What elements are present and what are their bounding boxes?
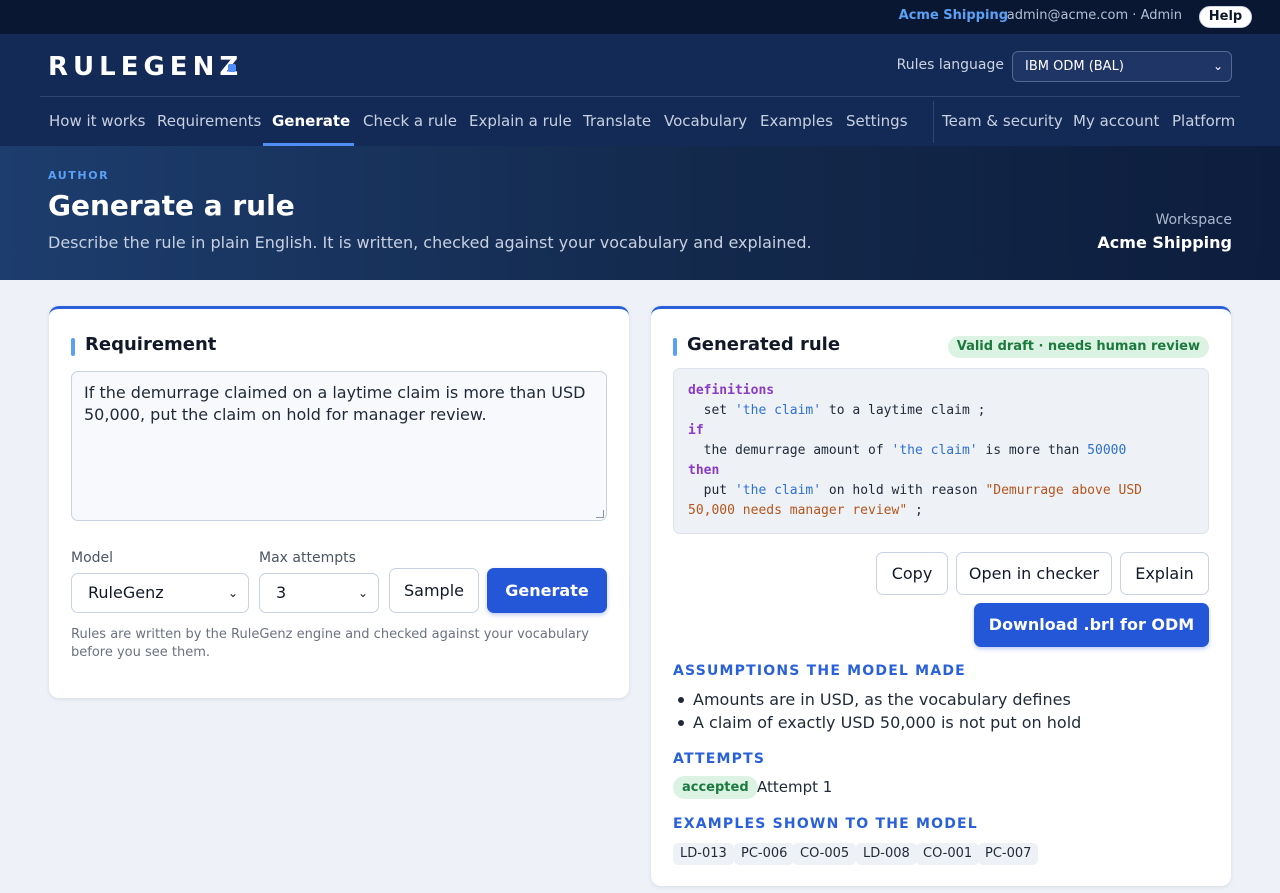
- max-attempts-value: 3: [276, 583, 287, 602]
- rules-language-value: IBM ODM (BAL): [1025, 59, 1124, 74]
- logo-dot: [228, 64, 236, 72]
- example-chip[interactable]: LD-013: [673, 843, 734, 865]
- chevron-down-icon: ⌄: [357, 586, 368, 600]
- code-literal: 50,000 needs manager review": [688, 503, 908, 518]
- code-number: 50000: [1087, 443, 1127, 458]
- example-chip[interactable]: LD-008: [856, 843, 917, 865]
- nav-my-account[interactable]: My account: [1073, 112, 1159, 130]
- nav-how-it-works[interactable]: How it works: [49, 112, 145, 130]
- chevron-down-icon: ⌄: [1212, 59, 1223, 73]
- nav-translate[interactable]: Translate: [583, 112, 651, 130]
- example-chip[interactable]: PC-007: [978, 843, 1039, 865]
- nav-settings[interactable]: Settings: [846, 112, 908, 130]
- user-info: admin@acme.com · Admin: [1006, 8, 1182, 23]
- app-header: RULEGENZ Rules language IBM ODM (BAL) ⌄ …: [0, 34, 1280, 146]
- generated-rule-card: Generated rule Valid draft · needs human…: [651, 306, 1231, 886]
- rule-code-block: definitions set 'the claim' to a laytime…: [673, 368, 1209, 534]
- logo[interactable]: RULEGENZ: [48, 52, 243, 82]
- code-string: 'the claim': [734, 403, 822, 418]
- code-literal: "Demurrage above USD: [985, 483, 1142, 498]
- code-text: put: [688, 483, 735, 498]
- code-text: is more than: [977, 443, 1088, 458]
- rules-language-label: Rules language: [896, 57, 1004, 73]
- top-strip: Acme Shipping admin@acme.com · Admin Hel…: [0, 0, 1280, 34]
- download-brl-button[interactable]: Download .brl for ODM: [974, 603, 1209, 647]
- examples-heading: EXAMPLES SHOWN TO THE MODEL: [673, 816, 978, 832]
- code-keyword: definitions: [688, 383, 775, 398]
- model-label: Model: [71, 550, 114, 566]
- header-divider: [40, 96, 1240, 97]
- model-value: RuleGenz: [88, 583, 164, 602]
- code-keyword: then: [688, 463, 720, 478]
- eyebrow-label: AUTHOR: [48, 169, 110, 182]
- nav-separator: [933, 101, 934, 143]
- status-badge: Valid draft · needs human review: [947, 336, 1209, 358]
- nav-check-a-rule[interactable]: Check a rule: [363, 112, 457, 130]
- page-subtitle: Describe the rule in plain English. It i…: [48, 233, 812, 252]
- rules-language-select[interactable]: IBM ODM (BAL) ⌄: [1012, 51, 1232, 82]
- example-chip[interactable]: CO-005: [793, 843, 857, 865]
- attempt-status-badge: accepted: [673, 776, 758, 799]
- nav-generate[interactable]: Generate: [272, 112, 350, 130]
- example-chip[interactable]: PC-006: [734, 843, 795, 865]
- code-text: ;: [907, 503, 923, 518]
- engine-note: Rules are written by the RuleGenz engine…: [71, 627, 589, 660]
- workspace-name: Acme Shipping: [1097, 233, 1232, 252]
- attempt-label: Attempt 1: [757, 778, 833, 796]
- max-attempts-select[interactable]: 3 ⌄: [259, 573, 379, 613]
- max-attempts-label: Max attempts: [259, 550, 356, 566]
- assumptions-list: Amounts are in USD, as the vocabulary de…: [673, 688, 1193, 734]
- nav-team-security[interactable]: Team & security: [942, 112, 1063, 130]
- copy-button[interactable]: Copy: [876, 552, 948, 595]
- requirement-card: Requirement If the demurrage claimed on …: [49, 306, 629, 698]
- assumptions-heading: ASSUMPTIONS THE MODEL MADE: [673, 663, 966, 679]
- code-text: to a laytime claim ;: [821, 403, 986, 418]
- requirement-textarea[interactable]: If the demurrage claimed on a laytime cl…: [71, 371, 607, 521]
- list-item: Amounts are in USD, as the vocabulary de…: [673, 688, 1193, 711]
- generated-rule-title: Generated rule: [673, 334, 840, 356]
- workspace-label: Workspace: [1155, 212, 1232, 228]
- help-button[interactable]: Help: [1199, 6, 1252, 28]
- sample-button[interactable]: Sample: [389, 568, 479, 613]
- code-string: 'the claim': [734, 483, 822, 498]
- code-text: set: [688, 403, 735, 418]
- model-select[interactable]: RuleGenz ⌄: [71, 573, 249, 613]
- page-title: Generate a rule: [48, 189, 295, 222]
- code-string: 'the claim': [891, 443, 978, 458]
- nav-explain-a-rule[interactable]: Explain a rule: [469, 112, 572, 130]
- nav-vocabulary[interactable]: Vocabulary: [664, 112, 747, 130]
- example-chip[interactable]: CO-001: [916, 843, 980, 865]
- nav-platform[interactable]: Platform: [1172, 112, 1235, 130]
- resize-handle-icon[interactable]: [596, 510, 604, 518]
- org-name: Acme Shipping: [898, 8, 1008, 23]
- explain-button[interactable]: Explain: [1120, 552, 1209, 595]
- nav-examples[interactable]: Examples: [760, 112, 833, 130]
- open-in-checker-button[interactable]: Open in checker: [956, 552, 1112, 595]
- code-text: on hold with reason: [821, 483, 986, 498]
- attempts-heading: ATTEMPTS: [673, 751, 766, 767]
- generate-button[interactable]: Generate: [487, 568, 607, 613]
- list-item: A claim of exactly USD 50,000 is not put…: [673, 711, 1193, 734]
- requirement-text: If the demurrage claimed on a laytime cl…: [84, 383, 586, 424]
- code-text: the demurrage amount of: [688, 443, 892, 458]
- nav-requirements[interactable]: Requirements: [157, 112, 261, 130]
- page-hero: AUTHOR Generate a rule Describe the rule…: [0, 146, 1280, 280]
- chevron-down-icon: ⌄: [227, 586, 238, 600]
- code-keyword: if: [688, 423, 704, 438]
- requirement-title: Requirement: [71, 334, 216, 356]
